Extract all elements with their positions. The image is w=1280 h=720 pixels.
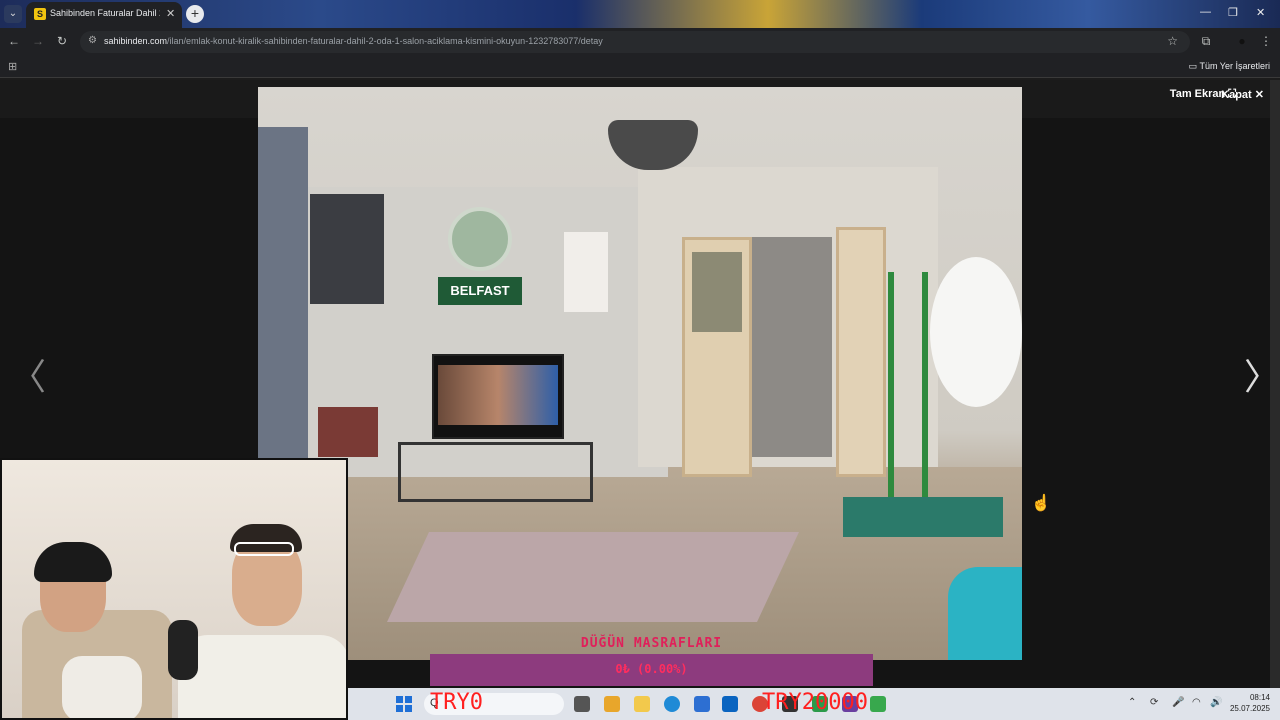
mouse-pointer-icon: ☝ (1031, 495, 1051, 512)
taskbar-clock[interactable]: 08:14 25.07.2025 (1230, 692, 1270, 714)
restore-icon[interactable]: ❐ (1228, 6, 1238, 19)
wedding-costs-progress-bar: 0₺ (0.00%) (430, 654, 873, 686)
edge-icon[interactable] (664, 696, 680, 712)
url-text[interactable]: sahibinden.com/ilan/emlak-konut-kiralik-… (104, 36, 603, 46)
donation-counter-left: TRY0 (430, 690, 483, 715)
forward-arrow-icon[interactable]: → (30, 34, 46, 48)
window-close-icon[interactable]: ✕ (1256, 6, 1265, 19)
browser-tab-strip: ⌄ S Sahibinden Faturalar Dahil 2 oda ✕ +… (0, 0, 1280, 28)
listing-photo[interactable]: BELFAST (258, 87, 1022, 660)
reload-icon[interactable]: ↻ (54, 34, 70, 48)
address-bar[interactable]: ⚙ sahibinden.com/ilan/emlak-konut-kirali… (80, 31, 1190, 53)
app-icon-3[interactable] (870, 696, 886, 712)
copilot-icon[interactable] (604, 696, 620, 712)
sahibinden-favicon-icon: S (34, 8, 46, 20)
tray-chevron-icon[interactable]: ⌃ (1128, 697, 1136, 708)
wedding-costs-title: DÜĞÜN MASRAFLARI (580, 636, 723, 651)
all-bookmarks-label: Tüm Yer İşaretleri (1199, 61, 1270, 71)
volume-icon[interactable]: 🔊 (1210, 697, 1222, 708)
url-path: /ilan/emlak-konut-kiralik-sahibinden-fat… (167, 36, 603, 46)
page-scrollbar[interactable] (1270, 80, 1280, 688)
profile-avatar[interactable]: ● (1234, 34, 1250, 48)
tab-search-button[interactable]: ⌄ (4, 5, 22, 23)
minimize-icon[interactable]: — (1200, 6, 1211, 18)
bookmark-star-icon[interactable]: ☆ (1167, 34, 1178, 48)
site-info-icon[interactable]: ⚙ (88, 35, 97, 46)
bookmarks-bar: ⊞ ▭ Tüm Yer İşaretleri (0, 56, 1280, 78)
streamer-webcam (0, 458, 348, 720)
donation-counter-right: TRY20000 (762, 690, 868, 715)
wifi-icon[interactable]: ◠ (1192, 697, 1201, 708)
windows-start-icon[interactable] (396, 696, 412, 712)
wedding-costs-value: 0₺ (0.00%) (615, 662, 688, 676)
clock-time: 08:14 (1249, 693, 1270, 702)
back-arrow-icon[interactable]: ← (6, 34, 22, 48)
clock-date: 25.07.2025 (1229, 704, 1270, 713)
tab-sahibinden[interactable]: S Sahibinden Faturalar Dahil 2 oda ✕ (26, 2, 182, 28)
all-bookmarks-link[interactable]: ▭ Tüm Yer İşaretleri (1189, 61, 1270, 72)
task-view-icon[interactable] (574, 696, 590, 712)
close-label: Kapat (1221, 89, 1252, 101)
microphone-icon[interactable]: 🎤 (1172, 697, 1184, 708)
store-icon[interactable] (694, 696, 710, 712)
fullscreen-label: Tam Ekran (1169, 88, 1226, 100)
close-button[interactable]: Kapat ✕ (1221, 88, 1264, 101)
browser-toolbar: ← → ↻ ⚙ sahibinden.com/ilan/emlak-konut-… (0, 28, 1280, 56)
previous-photo-arrow-icon[interactable]: 〈 (10, 348, 46, 400)
tab-title: Sahibinden Faturalar Dahil 2 oda (50, 8, 160, 18)
more-menu-icon[interactable]: ⋮ (1258, 34, 1274, 48)
outlook-icon[interactable] (722, 696, 738, 712)
extensions-icon[interactable]: ⧉ (1198, 34, 1214, 49)
belfast-sign: BELFAST (438, 277, 522, 305)
url-host: sahibinden.com (104, 36, 168, 46)
tab-close-icon[interactable]: ✕ (166, 7, 175, 20)
apps-grid-icon[interactable]: ⊞ (8, 60, 17, 73)
new-tab-button[interactable]: + (186, 5, 204, 23)
file-explorer-icon[interactable] (634, 696, 650, 712)
tray-sync-icon[interactable]: ⟳ (1150, 697, 1158, 708)
